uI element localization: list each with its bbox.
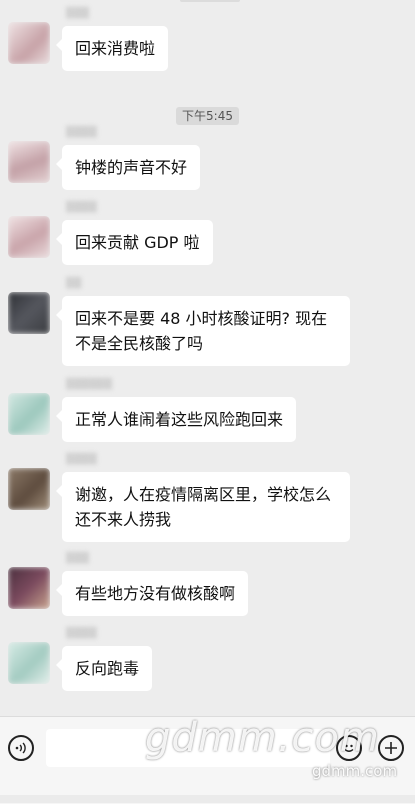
message-text: 有些地方没有做核酸啊 — [75, 584, 236, 603]
message-bubble[interactable]: 正常人谁闹着这些风险跑回来 — [55, 397, 297, 442]
chat-area[interactable]: ▒▒▒ 回来消费啦 下午5:45 ▒▒▒▒ 钟楼的声音不好 ▒▒▒▒ 回来贡献 … — [0, 0, 415, 716]
bottom-strip — [0, 795, 415, 803]
message-text: 钟楼的声音不好 — [75, 158, 188, 177]
voice-icon[interactable] — [8, 735, 34, 761]
avatar[interactable] — [8, 22, 50, 64]
sender-name-blurred: ▒▒▒▒ — [66, 628, 97, 639]
message-row: ▒▒▒▒ 回来贡献 GDP 啦 — [8, 202, 213, 265]
message-row: ▒▒▒▒ 钟楼的声音不好 — [8, 127, 201, 190]
message-row: ▒▒▒▒▒▒ 正常人谁闹着这些风险跑回来 — [8, 379, 297, 442]
message-row: ▒▒ 回来不是要 48 小时核酸证明? 现在不是全民核酸了吗 — [8, 278, 350, 366]
message-row: ▒▒▒ 有些地方没有做核酸啊 — [8, 553, 249, 616]
sender-name-blurred: ▒▒▒▒▒▒ — [66, 379, 113, 390]
sender-name-blurred: ▒▒ — [66, 278, 82, 289]
avatar[interactable] — [8, 292, 50, 334]
sender-name-blurred: ▒▒▒▒ — [66, 202, 97, 213]
message-text: 反向跑毒 — [75, 659, 140, 678]
message-text: 谢邀，人在疫情隔离区里，学校怎么还不来人捞我 — [75, 485, 332, 529]
partial-timestamp — [180, 0, 240, 2]
sender-name-blurred: ▒▒▒▒ — [66, 127, 97, 138]
watermark-small: gdmm.com — [312, 762, 398, 780]
message-bubble[interactable]: 回来贡献 GDP 啦 — [56, 220, 213, 265]
message-bubble[interactable]: 有些地方没有做核酸啊 — [55, 571, 249, 616]
message-bubble[interactable]: 回来消费啦 — [55, 26, 169, 71]
plus-icon[interactable] — [378, 735, 404, 761]
message-text: 正常人谁闹着这些风险跑回来 — [75, 410, 284, 429]
avatar[interactable] — [8, 567, 50, 609]
watermark: gdmm.com — [145, 715, 380, 761]
message-bubble[interactable]: 反向跑毒 — [55, 646, 153, 691]
message-row: ▒▒▒ 回来消费啦 — [8, 8, 169, 71]
avatar[interactable] — [8, 141, 50, 183]
sender-name-blurred: ▒▒▒ — [66, 8, 90, 19]
avatar[interactable] — [8, 468, 50, 510]
message-bubble[interactable]: 谢邀，人在疫情隔离区里，学校怎么还不来人捞我 — [56, 472, 350, 542]
message-text: 回来不是要 48 小时核酸证明? 现在不是全民核酸了吗 — [75, 309, 328, 353]
timestamp: 下午5:45 — [0, 107, 415, 125]
message-row: ▒▒▒▒ 谢邀，人在疫情隔离区里，学校怎么还不来人捞我 — [8, 454, 350, 542]
plus-icon-glyph — [385, 742, 397, 754]
voice-icon-glyph — [15, 742, 26, 754]
sender-name-blurred: ▒▒▒▒ — [66, 454, 97, 465]
avatar[interactable] — [8, 216, 50, 258]
message-row: ▒▒▒▒ 反向跑毒 — [8, 628, 153, 691]
message-text: 回来消费啦 — [75, 39, 156, 58]
message-text: 回来贡献 GDP 啦 — [75, 233, 200, 252]
message-bubble[interactable]: 钟楼的声音不好 — [55, 145, 201, 190]
avatar[interactable] — [8, 393, 50, 435]
message-bubble[interactable]: 回来不是要 48 小时核酸证明? 现在不是全民核酸了吗 — [56, 296, 350, 366]
sender-name-blurred: ▒▒▒ — [66, 553, 90, 564]
avatar[interactable] — [8, 642, 50, 684]
